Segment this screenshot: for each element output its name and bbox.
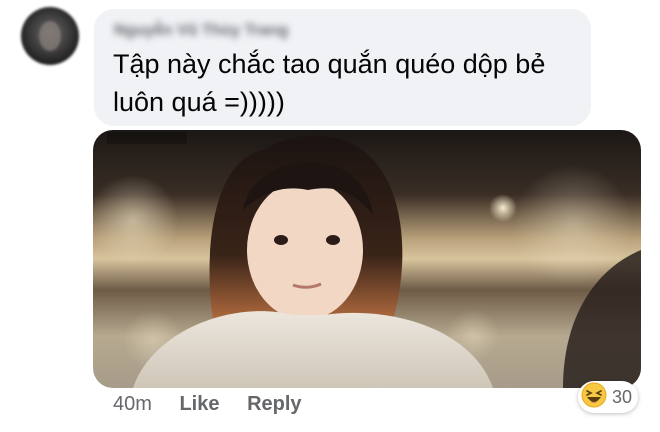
- reaction-count: 30: [612, 386, 633, 407]
- haha-emoji-icon: [581, 382, 607, 413]
- comment-actions: 40m Like Reply: [113, 393, 324, 416]
- reaction-summary[interactable]: 30: [578, 381, 639, 413]
- author-name[interactable]: Nguyễn Vũ Thùy Trang: [114, 22, 288, 40]
- comment-text: Tập này chắc tao quắn quéo dộp bẻ luôn q…: [113, 45, 573, 121]
- reply-button[interactable]: Reply: [247, 393, 301, 415]
- comment-bubble: Nguyễn Vũ Thùy Trang Tập này chắc tao qu…: [94, 9, 591, 126]
- photo-image: [93, 132, 641, 388]
- comment-text-line: luôn quá =))))): [113, 87, 285, 117]
- avatar[interactable]: [21, 7, 79, 65]
- like-button[interactable]: Like: [179, 393, 219, 415]
- comment-photo[interactable]: [93, 130, 641, 388]
- comment-item: Nguyễn Vũ Thùy Trang Tập này chắc tao qu…: [0, 0, 660, 432]
- timestamp[interactable]: 40m: [113, 393, 152, 415]
- comment-text-line: Tập này chắc tao quắn quéo dộp bẻ: [113, 49, 546, 79]
